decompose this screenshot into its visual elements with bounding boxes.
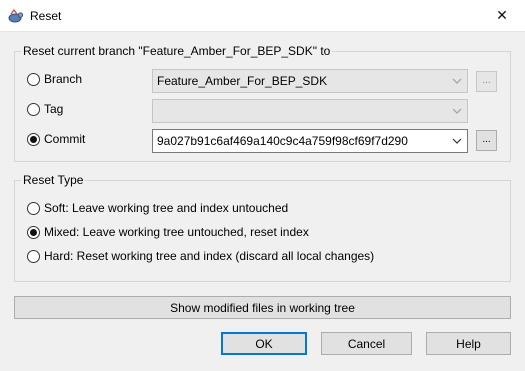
cancel-button[interactable]: Cancel: [321, 332, 412, 355]
tag-radio-label: Tag: [44, 102, 64, 116]
close-button[interactable]: ✕: [479, 0, 525, 31]
ok-button-label: OK: [255, 336, 273, 351]
branch-browse-label: ...: [482, 75, 491, 86]
branch-radio[interactable]: Branch: [27, 71, 82, 87]
chevron-down-icon: [451, 104, 463, 118]
commit-radio-label: Commit: [44, 132, 86, 146]
reset-hard-label: Hard: Reset working tree and index (disc…: [44, 249, 375, 263]
chevron-down-icon[interactable]: [451, 134, 463, 148]
tortoise-app-icon: [8, 8, 24, 24]
window-title: Reset: [30, 9, 62, 23]
ok-button[interactable]: OK: [221, 332, 307, 355]
branch-browse-button[interactable]: ...: [476, 71, 497, 92]
reset-mixed-radio[interactable]: Mixed: Leave working tree untouched, res…: [27, 224, 309, 240]
commit-radio[interactable]: Commit: [27, 131, 85, 147]
reset-hard-radio-circle: [27, 249, 40, 263]
tag-radio[interactable]: Tag: [27, 101, 63, 117]
title-bar: Reset ✕: [0, 0, 525, 32]
branch-radio-label: Branch: [44, 72, 83, 86]
show-modified-files-label: Show modified files in working tree: [170, 300, 355, 315]
close-icon: ✕: [496, 7, 508, 23]
tag-radio-circle: [27, 102, 40, 116]
commit-browse-button[interactable]: ...: [476, 130, 497, 151]
help-button-label: Help: [456, 336, 481, 351]
reset-type-group-title: Reset Type: [21, 173, 86, 187]
commit-radio-circle: [27, 132, 40, 146]
reset-target-group-title: Reset current branch "Feature_Amber_For_…: [21, 44, 333, 58]
commit-browse-label: ...: [482, 134, 491, 145]
commit-input[interactable]: 9a027b91c6af469a140c9c4a759f98cf69f7d290: [152, 129, 468, 153]
branch-select[interactable]: Feature_Amber_For_BEP_SDK: [152, 69, 468, 93]
chevron-down-icon: [451, 74, 463, 88]
commit-input-value: 9a027b91c6af469a140c9c4a759f98cf69f7d290: [157, 134, 408, 148]
reset-soft-radio[interactable]: Soft: Leave working tree and index untou…: [27, 200, 288, 216]
reset-hard-radio[interactable]: Hard: Reset working tree and index (disc…: [27, 248, 374, 264]
show-modified-files-button[interactable]: Show modified files in working tree: [14, 296, 511, 319]
reset-soft-label: Soft: Leave working tree and index untou…: [44, 201, 289, 215]
cancel-button-label: Cancel: [347, 336, 386, 351]
tag-select[interactable]: [152, 99, 468, 123]
reset-soft-radio-circle: [27, 201, 40, 215]
reset-mixed-label: Mixed: Leave working tree untouched, res…: [44, 225, 309, 239]
reset-mixed-radio-circle: [27, 225, 40, 239]
branch-radio-circle: [27, 72, 40, 86]
branch-select-value: Feature_Amber_For_BEP_SDK: [157, 74, 328, 88]
help-button[interactable]: Help: [426, 332, 511, 355]
